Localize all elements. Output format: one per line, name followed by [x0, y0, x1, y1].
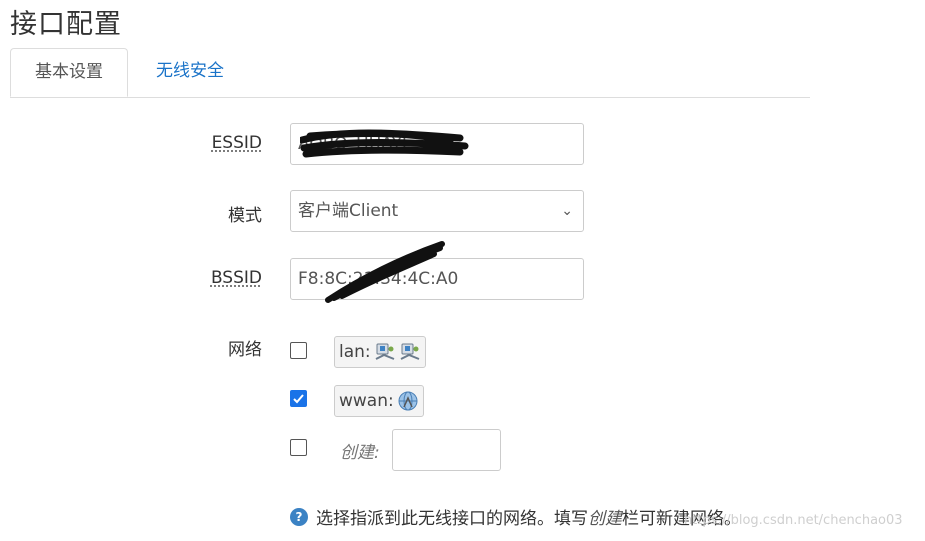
- mode-select[interactable]: 客户端Client ⌄: [290, 190, 584, 232]
- mode-select-value: 客户端Client: [298, 201, 399, 221]
- network-wwan-badge: wwan:: [334, 385, 424, 417]
- network-create-label: 创建:: [340, 443, 380, 463]
- tab-bar: 基本设置 无线安全: [10, 48, 810, 98]
- lan-port-icon: [375, 343, 395, 360]
- network-create-checkbox[interactable]: [290, 439, 307, 456]
- network-lan-label: lan:: [339, 342, 371, 362]
- bssid-input[interactable]: F8:8C:21:34:4C:A0: [290, 258, 584, 300]
- network-create-input[interactable]: [392, 429, 501, 471]
- network-help-text: ? 选择指派到此无线接口的网络。填写 创建 栏可新建网络。: [290, 504, 741, 529]
- network-lan-checkbox[interactable]: [290, 342, 307, 359]
- network-wwan-label: wwan:: [339, 391, 394, 411]
- page-title: 接口配置: [10, 9, 122, 40]
- mode-label: 模式: [228, 206, 262, 226]
- help-icon: ?: [290, 507, 308, 526]
- checkmark-icon: [293, 394, 304, 404]
- tab-wireless-security[interactable]: 无线安全: [140, 48, 240, 97]
- network-label: 网络: [228, 340, 262, 360]
- network-wwan-checkbox[interactable]: [290, 390, 307, 407]
- bssid-label: BSSID: [210, 268, 262, 288]
- lan-port-icon: [400, 343, 420, 360]
- wifi-globe-icon: [398, 391, 418, 411]
- essid-input[interactable]: AOBO_HUAYE: [290, 123, 584, 165]
- watermark: https://blog.csdn.net/chenchao03: [684, 513, 903, 528]
- help-emphasis: 创建: [588, 509, 622, 529]
- help-prefix: 选择指派到此无线接口的网络。填写: [316, 509, 588, 529]
- chevron-down-icon: ⌄: [561, 203, 573, 219]
- network-lan-badge: lan:: [334, 336, 426, 368]
- essid-label: ESSID: [211, 133, 262, 153]
- tab-basic-settings[interactable]: 基本设置: [10, 48, 128, 97]
